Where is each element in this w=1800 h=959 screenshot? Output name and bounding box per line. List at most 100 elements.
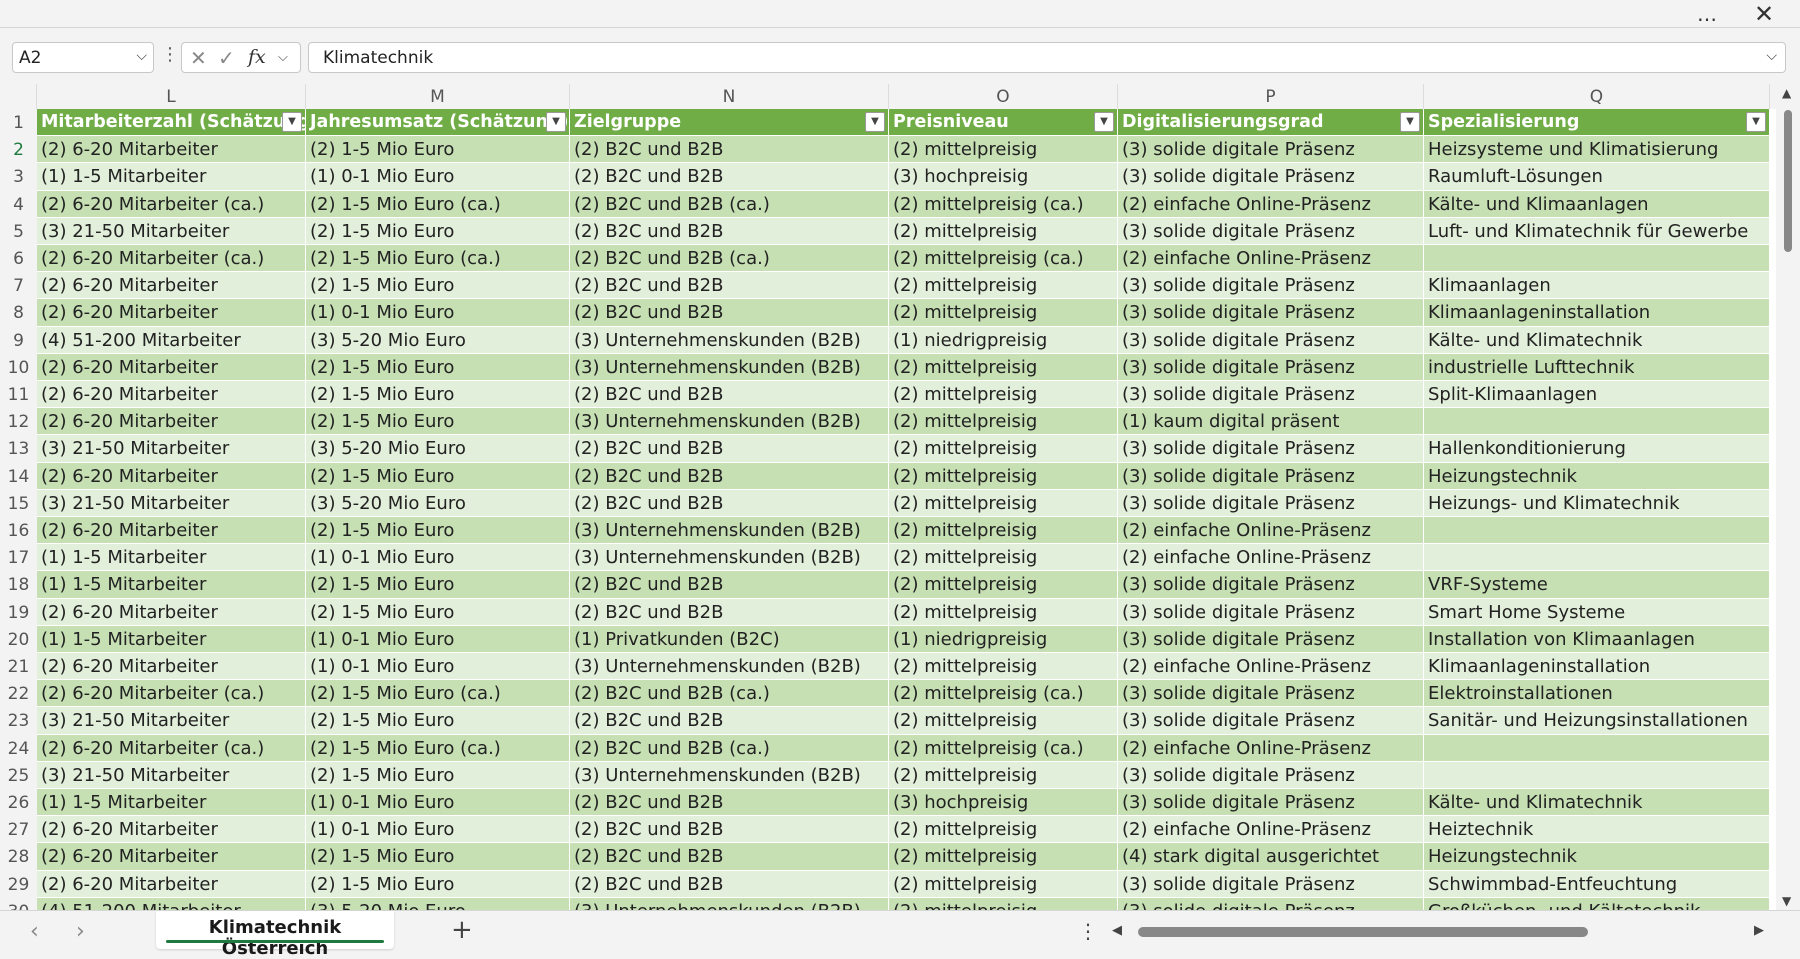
table-cell[interactable]: (3) 21-50 Mitarbeiter — [37, 489, 306, 517]
table-cell[interactable]: Großküchen- und Kältetechnik — [1424, 897, 1770, 910]
vertical-dots-icon[interactable]: ⋮ — [1078, 919, 1098, 943]
table-cell[interactable]: (2) mittelpreisig — [889, 136, 1118, 164]
table-cell[interactable]: (3) hochpreisig — [889, 163, 1118, 191]
table-cell[interactable]: (2) 6-20 Mitarbeiter — [37, 598, 306, 626]
table-cell[interactable]: (2) 1-5 Mio Euro — [306, 571, 570, 599]
next-sheet-icon[interactable]: › — [76, 919, 85, 944]
table-cell[interactable]: (3) 5-20 Mio Euro — [306, 897, 570, 910]
insert-function-icon[interactable]: fx — [248, 46, 266, 68]
table-cell[interactable]: (2) einfache Online-Präsenz — [1118, 190, 1424, 218]
table-cell[interactable]: (2) B2C und B2B — [570, 870, 889, 898]
table-cell[interactable]: (2) mittelpreisig — [889, 517, 1118, 545]
row-number[interactable]: 27 — [0, 816, 37, 844]
table-cell[interactable]: (3) solide digitale Präsenz — [1118, 462, 1424, 490]
table-cell[interactable]: (3) solide digitale Präsenz — [1118, 326, 1424, 354]
table-cell[interactable]: (3) solide digitale Präsenz — [1118, 163, 1424, 191]
table-cell[interactable]: (2) mittelpreisig — [889, 843, 1118, 871]
table-cell[interactable]: Kälte- und Klimatechnik — [1424, 326, 1770, 354]
header-cell[interactable]: Mitarbeiterzahl (Schätzung) ▼ — [37, 109, 306, 137]
table-cell[interactable]: (3) solide digitale Präsenz — [1118, 299, 1424, 327]
row-number[interactable]: 9 — [0, 326, 37, 354]
table-cell[interactable]: (3) solide digitale Präsenz — [1118, 136, 1424, 164]
table-cell[interactable]: (3) solide digitale Präsenz — [1118, 217, 1424, 245]
table-cell[interactable]: (2) mittelpreisig — [889, 653, 1118, 681]
table-cell[interactable]: (3) solide digitale Präsenz — [1118, 625, 1424, 653]
sheet-tab-active[interactable]: Klimatechnik Österreich — [156, 911, 394, 959]
header-cell[interactable]: Preisniveau ▼ — [889, 109, 1118, 137]
table-cell[interactable]: (2) mittelpreisig — [889, 381, 1118, 409]
horizontal-scroll-thumb[interactable] — [1138, 927, 1588, 937]
worksheet-grid[interactable]: LMNOPQ 1 Mitarbeiterzahl (Schätzung) ▼ Jahr… — [0, 84, 1776, 910]
filter-dropdown-icon[interactable]: ▼ — [1400, 112, 1420, 132]
table-cell[interactable]: (1) 0-1 Mio Euro — [306, 653, 570, 681]
table-cell[interactable]: (3) Unternehmenskunden (B2B) — [570, 897, 889, 910]
table-cell[interactable]: (3) Unternehmenskunden (B2B) — [570, 326, 889, 354]
table-cell[interactable]: (2) 6-20 Mitarbeiter — [37, 870, 306, 898]
table-cell[interactable]: (2) mittelpreisig (ca.) — [889, 245, 1118, 273]
table-cell[interactable]: (2) B2C und B2B — [570, 381, 889, 409]
table-cell[interactable]: (3) solide digitale Präsenz — [1118, 680, 1424, 708]
row-number[interactable]: 29 — [0, 870, 37, 898]
table-cell[interactable]: (1) 1-5 Mitarbeiter — [37, 544, 306, 572]
table-cell[interactable]: (2) 6-20 Mitarbeiter — [37, 299, 306, 327]
table-cell[interactable]: (3) Unternehmenskunden (B2B) — [570, 353, 889, 381]
table-cell[interactable]: (2) B2C und B2B (ca.) — [570, 190, 889, 218]
header-cell[interactable]: Zielgruppe ▼ — [570, 109, 889, 137]
row-number[interactable]: 20 — [0, 625, 37, 653]
table-cell[interactable]: (2) mittelpreisig (ca.) — [889, 680, 1118, 708]
table-cell[interactable] — [1424, 761, 1770, 789]
table-cell[interactable]: Kälte- und Klimaanlagen — [1424, 190, 1770, 218]
column-header-l[interactable]: L — [37, 84, 306, 109]
column-header-q[interactable]: Q — [1424, 84, 1770, 109]
row-number[interactable]: 14 — [0, 462, 37, 490]
table-cell[interactable]: (2) mittelpreisig (ca.) — [889, 190, 1118, 218]
table-cell[interactable]: (2) B2C und B2B (ca.) — [570, 245, 889, 273]
filter-dropdown-icon[interactable]: ▼ — [1746, 112, 1766, 132]
table-cell[interactable]: (2) 6-20 Mitarbeiter — [37, 843, 306, 871]
table-cell[interactable]: (2) 1-5 Mio Euro — [306, 381, 570, 409]
table-cell[interactable]: (2) 1-5 Mio Euro — [306, 353, 570, 381]
table-cell[interactable]: (2) 6-20 Mitarbeiter — [37, 136, 306, 164]
table-cell[interactable]: (2) 1-5 Mio Euro — [306, 408, 570, 436]
table-cell[interactable]: (2) mittelpreisig — [889, 870, 1118, 898]
table-cell[interactable]: (1) 0-1 Mio Euro — [306, 789, 570, 817]
table-cell[interactable]: (2) B2C und B2B (ca.) — [570, 680, 889, 708]
table-cell[interactable]: (2) mittelpreisig — [889, 489, 1118, 517]
table-cell[interactable] — [1424, 734, 1770, 762]
table-cell[interactable]: Heizungstechnik — [1424, 843, 1770, 871]
table-cell[interactable]: (3) Unternehmenskunden (B2B) — [570, 544, 889, 572]
table-cell[interactable]: (2) mittelpreisig — [889, 571, 1118, 599]
cancel-icon[interactable]: ✕ — [190, 46, 207, 70]
table-cell[interactable]: (1) niedrigpreisig — [889, 326, 1118, 354]
horizontal-scrollbar[interactable]: ◀ ▶ — [1108, 921, 1768, 943]
scroll-up-icon[interactable]: ▲ — [1782, 86, 1791, 100]
table-cell[interactable]: Heiztechnik — [1424, 816, 1770, 844]
table-cell[interactable]: (3) Unternehmenskunden (B2B) — [570, 517, 889, 545]
table-cell[interactable]: (3) 5-20 Mio Euro — [306, 489, 570, 517]
table-cell[interactable]: (2) 1-5 Mio Euro — [306, 707, 570, 735]
row-number[interactable]: 28 — [0, 843, 37, 871]
table-cell[interactable]: (3) Unternehmenskunden (B2B) — [570, 408, 889, 436]
prev-sheet-icon[interactable]: ‹ — [30, 919, 39, 944]
add-sheet-icon[interactable]: + — [451, 915, 473, 945]
row-number[interactable]: 10 — [0, 353, 37, 381]
table-cell[interactable]: (2) 6-20 Mitarbeiter — [37, 353, 306, 381]
table-cell[interactable]: Raumluft-Lösungen — [1424, 163, 1770, 191]
table-cell[interactable]: Hallenkonditionierung — [1424, 435, 1770, 463]
row-number[interactable]: 8 — [0, 299, 37, 327]
table-cell[interactable]: (2) mittelpreisig — [889, 272, 1118, 300]
table-cell[interactable]: (1) 1-5 Mitarbeiter — [37, 163, 306, 191]
table-cell[interactable]: (2) 1-5 Mio Euro — [306, 517, 570, 545]
table-cell[interactable]: (3) solide digitale Präsenz — [1118, 707, 1424, 735]
row-number[interactable]: 15 — [0, 489, 37, 517]
table-cell[interactable]: (3) 21-50 Mitarbeiter — [37, 217, 306, 245]
select-all-corner[interactable] — [0, 84, 37, 109]
scroll-right-icon[interactable]: ▶ — [1754, 923, 1764, 938]
table-cell[interactable]: (2) mittelpreisig — [889, 299, 1118, 327]
table-cell[interactable]: (2) 1-5 Mio Euro — [306, 870, 570, 898]
table-cell[interactable]: (2) einfache Online-Präsenz — [1118, 816, 1424, 844]
table-cell[interactable]: (3) solide digitale Präsenz — [1118, 381, 1424, 409]
row-number[interactable]: 24 — [0, 734, 37, 762]
row-number[interactable]: 13 — [0, 435, 37, 463]
table-cell[interactable]: Klimaanlagen — [1424, 272, 1770, 300]
